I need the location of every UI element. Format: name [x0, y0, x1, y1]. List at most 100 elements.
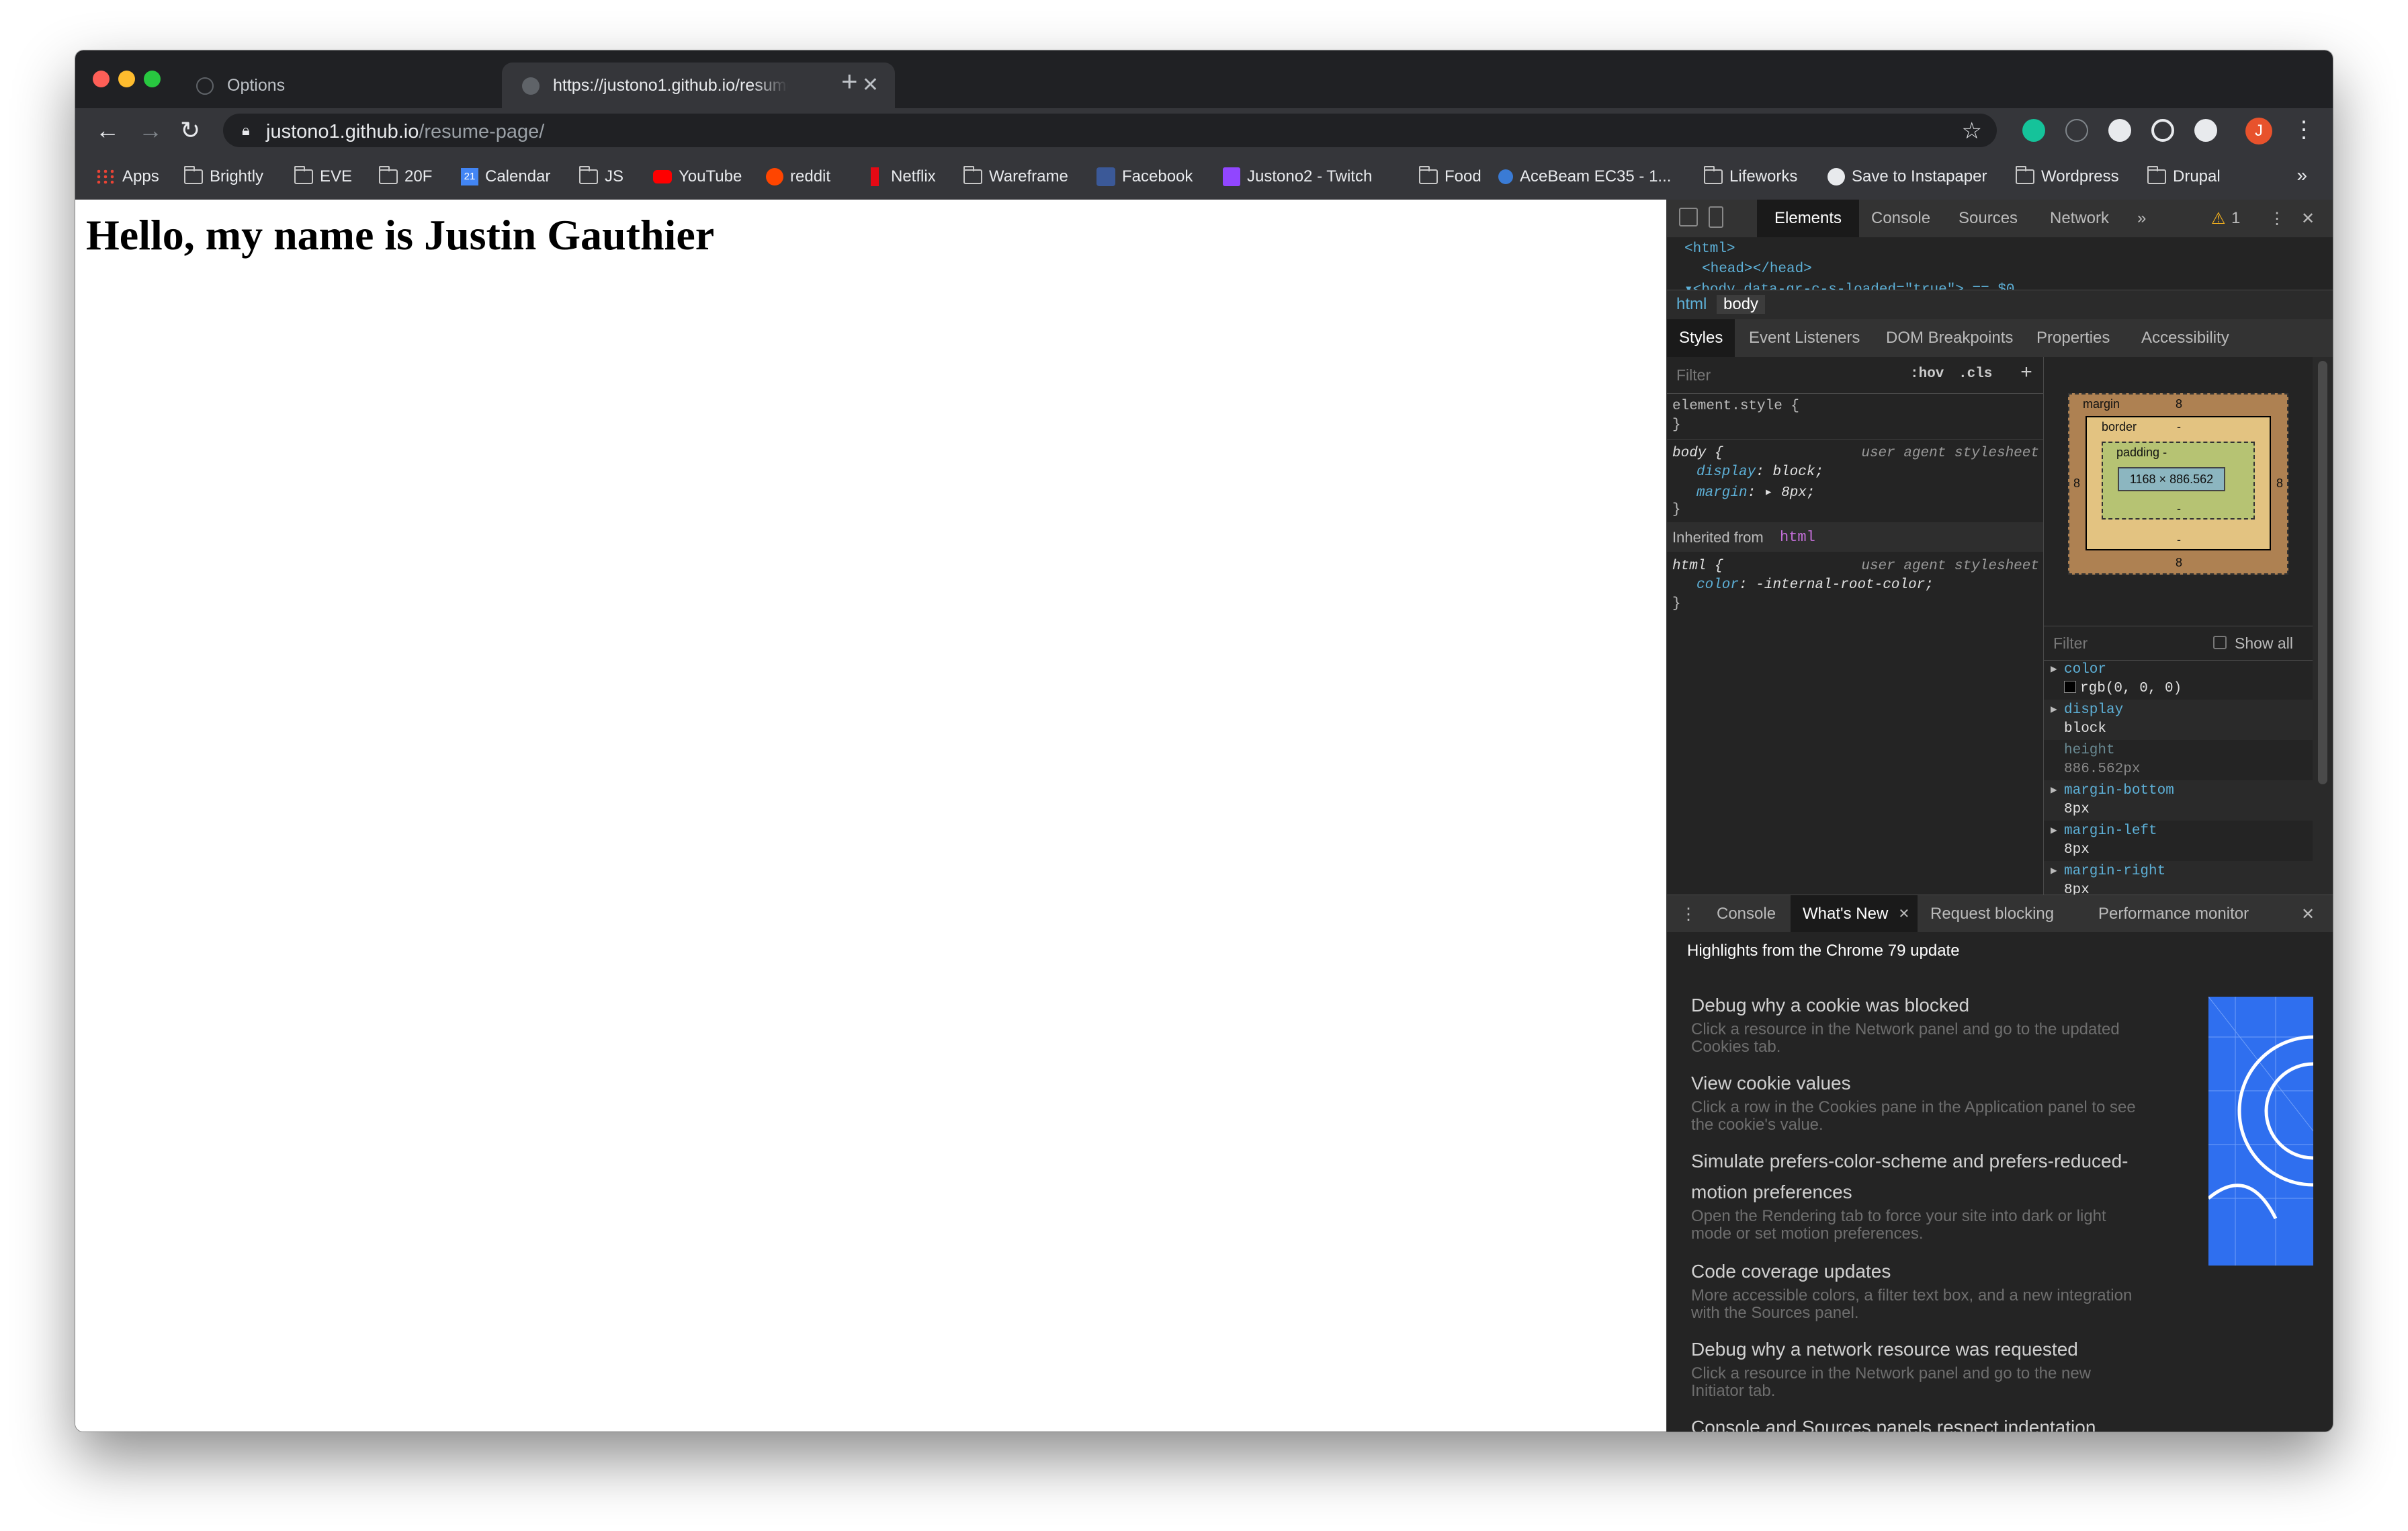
profile-avatar[interactable]: J	[2245, 118, 2272, 144]
color-swatch-icon[interactable]	[2064, 681, 2076, 693]
box-model-padding[interactable]: padding - - 1168 × 886.562	[2102, 442, 2255, 520]
inspect-element-icon[interactable]	[1679, 208, 1698, 226]
bookmark-brightly[interactable]: Brightly	[184, 166, 263, 188]
drawer-tab-performance-monitor[interactable]: Performance monitor	[2098, 905, 2249, 923]
bookmark-reddit[interactable]: reddit	[766, 166, 830, 188]
show-all-checkbox[interactable]	[2213, 636, 2227, 649]
whats-new-item[interactable]: Debug why a cookie was blocked Click a r…	[1691, 990, 2148, 1056]
grammarly-extension-icon[interactable]	[2022, 119, 2045, 142]
computed-property[interactable]: height 886.562px	[2044, 740, 2313, 780]
zoom-window-button[interactable]	[144, 71, 161, 87]
styles-filter-input[interactable]: Filter	[1676, 366, 1711, 384]
margin-bottom-value: 8	[2176, 556, 2183, 569]
menu-kebab-icon[interactable]: ⋮	[2292, 116, 2315, 143]
computed-filter-input[interactable]: Filter	[2053, 634, 2088, 653]
bookmark-twitch[interactable]: Justono2 - Twitch	[1223, 166, 1372, 188]
url-text[interactable]: justono1.github.io/resume-page/	[266, 121, 544, 143]
class-toggle[interactable]: .cls	[1959, 366, 1992, 382]
bookmark-js[interactable]: JS	[579, 166, 624, 188]
computed-property[interactable]: ▶ margin-right 8px	[2044, 861, 2313, 895]
whats-new-item[interactable]: Debug why a network resource was request…	[1691, 1334, 2148, 1400]
whats-new-item[interactable]: Console and Sources panels respect inden…	[1691, 1412, 2148, 1432]
warning-icon[interactable]: ⚠	[2211, 209, 2226, 229]
tab-styles[interactable]: Styles	[1667, 319, 1735, 357]
more-tabs-chevron-icon[interactable]: »	[2137, 209, 2146, 228]
bookmark-star-icon[interactable]: ☆	[1962, 118, 1982, 144]
bookmark-lifeworks[interactable]: Lifeworks	[1704, 166, 1797, 188]
tab-console[interactable]: Console	[1871, 209, 1930, 228]
style-property[interactable]: color: -internal-root-color;	[1696, 577, 1934, 593]
drawer-menu-kebab-icon[interactable]: ⋮	[1680, 905, 1696, 924]
drawer-tab-request-blocking[interactable]: Request blocking	[1930, 905, 2054, 923]
tab-properties[interactable]: Properties	[2036, 329, 2110, 347]
bookmark-wordpress[interactable]: Wordpress	[2016, 166, 2119, 188]
computed-property[interactable]: ▶ display block	[2044, 700, 2313, 740]
inherited-tag-link[interactable]: html	[1780, 529, 1815, 546]
tab-elements[interactable]: Elements	[1757, 200, 1860, 237]
bookmark-drupal[interactable]: Drupal	[2147, 166, 2221, 188]
dom-node-body[interactable]: ▾<body data-gr-c-s-loaded="true"> == $0	[1684, 280, 2015, 290]
breadcrumb-body[interactable]: body	[1717, 295, 1766, 314]
tab-event-listeners[interactable]: Event Listeners	[1749, 329, 1860, 347]
bookmark-netflix[interactable]: Netflix	[865, 166, 936, 188]
computed-property[interactable]: ▶ color rgb(0, 0, 0)	[2044, 659, 2313, 700]
box-model-border[interactable]: border - - padding - - 1168 × 886.562	[2086, 416, 2271, 550]
drawer-tab-whats-new[interactable]: What's New ✕	[1791, 895, 1918, 933]
tab-resume-page[interactable]: https://justono1.github.io/resume-page/ …	[502, 63, 895, 108]
bookmarks-overflow-chevron-icon[interactable]: »	[2296, 165, 2307, 186]
forward-arrow-icon[interactable]: →	[138, 116, 163, 144]
breadcrumb-html[interactable]: html	[1670, 295, 1713, 314]
bookmark-calendar[interactable]: 21 Calendar	[461, 166, 550, 188]
history-extension-icon[interactable]	[2194, 119, 2217, 142]
folder-icon	[294, 166, 313, 184]
tab-sources[interactable]: Sources	[1959, 209, 2018, 228]
close-devtools-icon[interactable]: ✕	[2301, 209, 2315, 229]
bookmark-acebeam[interactable]: AceBeam EC35 - 1...	[1498, 166, 1671, 188]
new-tab-button[interactable]: +	[841, 65, 858, 97]
tab-dom-breakpoints[interactable]: DOM Breakpoints	[1886, 329, 2013, 347]
margin-top-value: 8	[2176, 397, 2183, 411]
bookmark-label: Calendar	[485, 167, 551, 185]
tab-network[interactable]: Network	[2050, 209, 2109, 228]
bookmark-eve[interactable]: EVE	[294, 166, 352, 188]
style-property[interactable]: margin: ▸ 8px;	[1696, 483, 1815, 501]
tab-accessibility[interactable]: Accessibility	[2141, 329, 2229, 347]
dom-node-head[interactable]: <head></head>	[1702, 261, 1812, 277]
new-style-rule-icon[interactable]: +	[2020, 362, 2032, 385]
address-bar[interactable]: 🔒︎ justono1.github.io/resume-page/ ☆	[223, 114, 1997, 147]
hover-state-toggle[interactable]: :hov	[1910, 366, 1944, 382]
scrollbar-thumb[interactable]	[2318, 361, 2327, 784]
bookmark-20f[interactable]: 20F	[379, 166, 432, 188]
close-tab-icon[interactable]: ✕	[1899, 895, 1910, 933]
dom-node-html[interactable]: <html>	[1684, 241, 1735, 257]
whats-new-item[interactable]: Code coverage updates More accessible co…	[1691, 1256, 2148, 1322]
box-model-content[interactable]: 1168 × 886.562	[2118, 467, 2225, 491]
youtube-icon	[653, 170, 672, 183]
element-style-selector[interactable]: element.style {	[1672, 399, 1799, 414]
bookmark-apps[interactable]: Apps	[95, 166, 159, 188]
computed-property[interactable]: ▶ margin-left 8px	[2044, 821, 2313, 861]
devtools-menu-kebab-icon[interactable]: ⋮	[2269, 209, 2285, 229]
close-tab-icon[interactable]: ✕	[862, 73, 879, 97]
bookmark-wareframe[interactable]: Wareframe	[963, 166, 1068, 188]
back-arrow-icon[interactable]: ←	[95, 116, 120, 144]
computed-property[interactable]: ▶ margin-bottom 8px	[2044, 780, 2313, 821]
drawer-tab-console[interactable]: Console	[1717, 905, 1776, 923]
info-extension-icon[interactable]	[2065, 119, 2088, 142]
bookmark-instapaper[interactable]: Save to Instapaper	[1828, 166, 1987, 188]
close-window-button[interactable]	[93, 71, 110, 87]
device-toolbar-icon[interactable]	[1709, 206, 1723, 228]
close-drawer-icon[interactable]: ✕	[2301, 905, 2315, 924]
bookmark-youtube[interactable]: YouTube	[653, 166, 742, 188]
style-property[interactable]: display: block;	[1696, 464, 1823, 480]
whats-new-item[interactable]: View cookie values Click a row in the Co…	[1691, 1068, 2148, 1134]
bookmark-facebook[interactable]: Facebook	[1096, 166, 1193, 188]
box-model-margin[interactable]: margin 8 8 8 8 border - - padding - - 11…	[2068, 393, 2288, 575]
whats-new-item[interactable]: Simulate prefers-color-scheme and prefer…	[1691, 1146, 2148, 1243]
extension-icon[interactable]	[2108, 119, 2131, 142]
target-extension-icon[interactable]	[2151, 119, 2174, 142]
reload-icon[interactable]: ↻	[180, 116, 200, 144]
computed-scrollbar[interactable]	[2313, 357, 2333, 895]
minimize-window-button[interactable]	[118, 71, 135, 87]
bookmark-food[interactable]: Food	[1419, 166, 1481, 188]
